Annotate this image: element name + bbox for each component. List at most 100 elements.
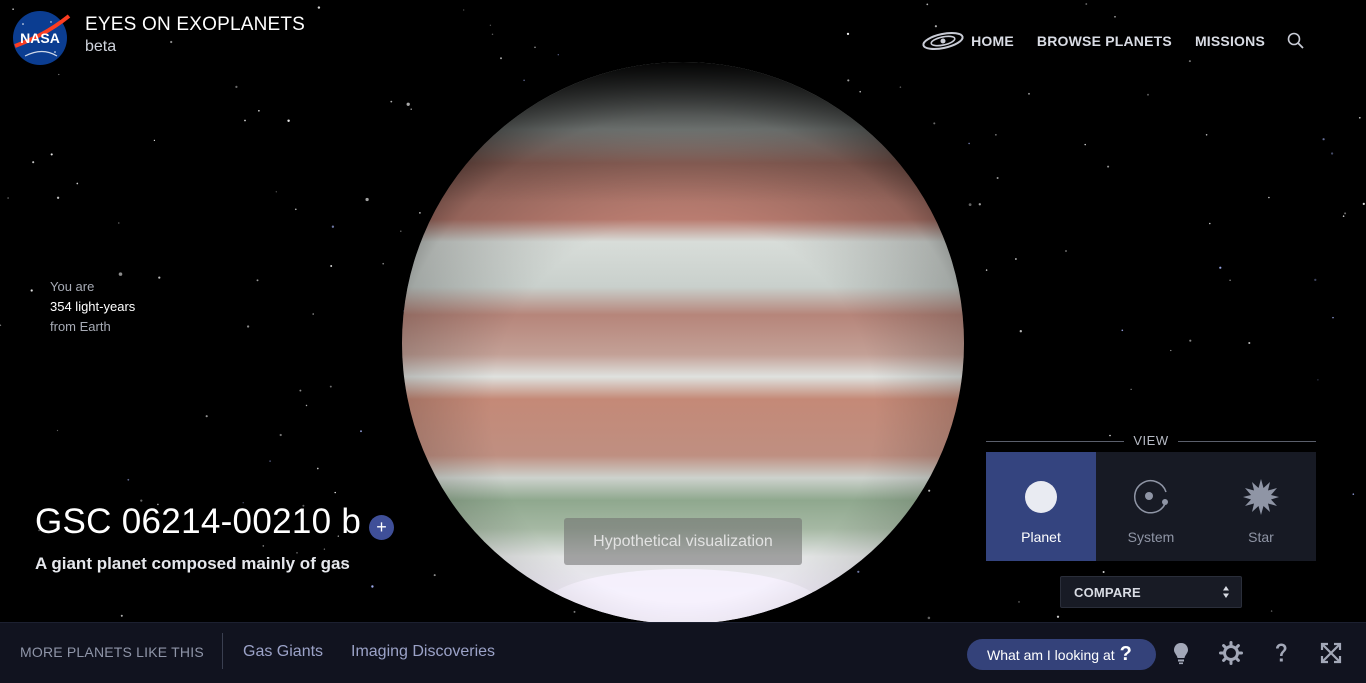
- star-dot: [279, 433, 282, 437]
- star-dot: [1015, 258, 1017, 260]
- star-dot: [934, 25, 938, 28]
- fullscreen-icon[interactable]: [1319, 641, 1343, 665]
- distance-value: 354 light-years: [50, 299, 136, 314]
- star-dot: [390, 100, 393, 103]
- star-dot: [419, 212, 421, 214]
- star-dot: [1121, 329, 1124, 332]
- star-dot: [317, 6, 321, 9]
- star-dot: [1130, 388, 1132, 390]
- star-dot: [995, 134, 997, 136]
- compare-select[interactable]: COMPARE: [1060, 576, 1242, 608]
- star-dot: [32, 161, 35, 164]
- nav-home[interactable]: HOME: [971, 33, 1014, 49]
- view-option-star[interactable]: Star: [1206, 452, 1316, 561]
- star-dot: [244, 119, 246, 122]
- star-dot: [1229, 279, 1231, 282]
- lightbulb-icon[interactable]: [1169, 641, 1193, 665]
- star-dot: [118, 222, 120, 224]
- gear-icon[interactable]: [1219, 641, 1243, 665]
- star-dot: [1209, 222, 1211, 225]
- site-subtitle: beta: [85, 38, 117, 55]
- star-dot: [926, 3, 929, 6]
- star-dot: [968, 203, 972, 207]
- star-dot: [899, 86, 902, 88]
- site-title[interactable]: EYES ON EXOPLANETS: [85, 14, 305, 36]
- star-dot: [1170, 349, 1172, 352]
- what-am-i-looking-at-button[interactable]: What am I looking at ?: [967, 639, 1156, 670]
- star-dot: [1314, 278, 1317, 282]
- star-dot: [1189, 339, 1192, 342]
- star-dot: [1219, 266, 1222, 269]
- category-imaging-discoveries[interactable]: Imaging Discoveries: [351, 643, 495, 661]
- star-dot: [323, 548, 326, 550]
- star-dot: [330, 265, 333, 267]
- star-dot: [331, 225, 335, 228]
- category-gas-giants[interactable]: Gas Giants: [243, 643, 323, 661]
- star-dot: [246, 325, 250, 328]
- nasa-logo[interactable]: NASA: [11, 10, 71, 66]
- question-mark-glyph: ?: [1119, 643, 1132, 665]
- star-dot: [1056, 615, 1060, 618]
- star-dot: [299, 389, 302, 392]
- more-planets-label: MORE PLANETS LIKE THIS: [20, 644, 204, 660]
- view-option-system[interactable]: System: [1096, 452, 1206, 561]
- star-dot: [262, 545, 265, 547]
- galaxy-icon[interactable]: [921, 30, 965, 52]
- nav-browse-planets[interactable]: BROWSE PLANETS: [1037, 33, 1172, 49]
- star-dot: [256, 279, 259, 282]
- planet-description: A giant planet composed mainly of gas: [35, 554, 350, 573]
- star-dot: [329, 385, 332, 388]
- star-dot: [400, 230, 402, 232]
- view-header: VIEW: [986, 432, 1316, 450]
- star-dot: [489, 24, 492, 26]
- star-dot: [1019, 330, 1022, 333]
- nav-missions[interactable]: MISSIONS: [1195, 33, 1265, 49]
- star-dot: [269, 460, 271, 462]
- star-dot: [557, 54, 559, 56]
- star-dot: [1028, 92, 1030, 95]
- star-dot: [1018, 601, 1020, 603]
- view-option-planet[interactable]: Planet: [986, 452, 1096, 561]
- star-dot: [56, 429, 59, 432]
- star-dot: [1330, 152, 1334, 155]
- star-dot: [857, 570, 860, 573]
- bottom-divider: [222, 633, 223, 669]
- star-dot: [1188, 60, 1191, 63]
- star-dot: [1102, 571, 1105, 573]
- star-dot: [1084, 143, 1086, 146]
- star-dot: [58, 73, 60, 76]
- add-to-compare-button[interactable]: +: [369, 515, 394, 540]
- planet-icon: [1025, 481, 1057, 513]
- star-dot: [294, 208, 297, 211]
- view-option-label: Star: [1248, 529, 1274, 545]
- star-dot: [316, 467, 319, 470]
- star-dot: [1205, 134, 1208, 136]
- star-dot: [287, 119, 290, 122]
- star-dot: [382, 262, 385, 265]
- planet-name: GSC 06214-00210 b: [35, 502, 362, 541]
- star-dot: [205, 415, 208, 418]
- star-dot: [859, 90, 861, 93]
- star-dot: [158, 276, 161, 279]
- star-dot: [305, 404, 308, 407]
- star-dot: [523, 79, 525, 82]
- compare-label: COMPARE: [1074, 585, 1141, 600]
- star-dot: [933, 122, 936, 125]
- star-dot: [847, 79, 850, 82]
- star-dot: [996, 177, 999, 179]
- view-switcher: Planet System Star: [986, 452, 1316, 561]
- distance-suffix: from Earth: [50, 319, 111, 334]
- star-dot: [1362, 202, 1365, 206]
- star-dot: [118, 272, 123, 276]
- search-icon[interactable]: [1286, 31, 1306, 51]
- star-dot: [1248, 341, 1251, 345]
- star-dot: [928, 489, 931, 492]
- star-dot: [1065, 250, 1067, 252]
- help-icon[interactable]: [1269, 641, 1293, 665]
- star-dot: [410, 108, 412, 110]
- view-option-label: Planet: [1021, 529, 1061, 545]
- star-dot: [1317, 379, 1319, 381]
- divider-line: [1178, 441, 1316, 442]
- star-dot: [170, 40, 173, 44]
- star-dot: [0, 324, 2, 326]
